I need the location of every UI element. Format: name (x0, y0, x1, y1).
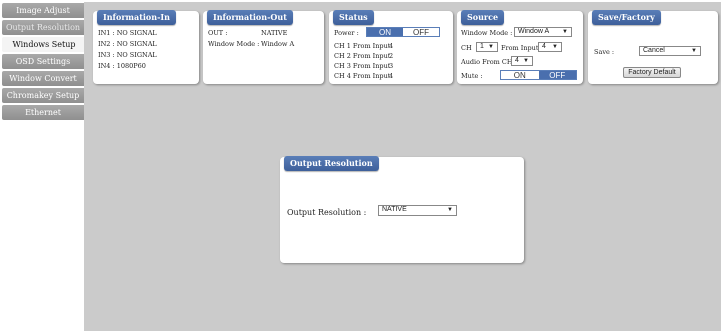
info-in-line-3: IN3 : NO SIGNAL (98, 51, 157, 59)
output-resolution-panel: Output Resolution Output Resolution : NA… (280, 156, 524, 263)
chevron-down-icon: ▼ (488, 44, 494, 50)
output-resolution-label: Output Resolution : (287, 208, 367, 217)
from-input-select[interactable]: 4 ▼ (538, 42, 562, 52)
mute-on-option[interactable]: ON (501, 71, 539, 80)
ch3-label: CH 3 From Input (334, 62, 391, 70)
chevron-down-icon: ▼ (523, 58, 529, 64)
chevron-down-icon: ▼ (447, 207, 453, 213)
chevron-down-icon: ▼ (552, 44, 558, 50)
ch4-value: 4 (389, 72, 394, 80)
ch3-value: 3 (389, 62, 394, 70)
info-in-panel: Information-In IN1 : NO SIGNAL IN2 : NO … (93, 10, 199, 84)
ch2-label: CH 2 From Input (334, 52, 391, 60)
output-resolution-select[interactable]: NATIVE ▼ (378, 205, 457, 216)
ch1-value: 4 (389, 42, 394, 50)
audio-from-ch-label: Audio From CH (461, 58, 513, 66)
source-window-mode-label: Window Mode : (461, 29, 513, 37)
sidebar-nav: Image Adjust Output Resolution Windows S… (2, 3, 86, 122)
output-resolution-title: Output Resolution (284, 156, 379, 171)
info-out-title: Information-Out (207, 10, 293, 25)
sidebar-item-chromakey-setup[interactable]: Chromakey Setup (2, 88, 84, 103)
factory-default-button[interactable]: Factory Default (623, 67, 681, 78)
power-toggle[interactable]: ON OFF (366, 27, 440, 37)
chevron-down-icon: ▼ (691, 48, 697, 54)
save-factory-panel: Save/Factory Save : Cancel ▼ Factory Defa… (588, 10, 718, 84)
ch1-label: CH 1 From Input (334, 42, 391, 50)
mute-toggle[interactable]: ON OFF (500, 70, 577, 80)
ch2-value: 2 (389, 52, 394, 60)
mute-off-option[interactable]: OFF (538, 71, 576, 80)
sidebar-item-ethernet[interactable]: Ethernet (2, 105, 84, 120)
sidebar-item-image-adjust[interactable]: Image Adjust (2, 3, 84, 18)
info-in-line-4: IN4 : 1080P60 (98, 62, 146, 70)
info-in-line-1: IN1 : NO SIGNAL (98, 29, 157, 37)
save-select[interactable]: Cancel ▼ (639, 46, 701, 56)
ch-label: CH (461, 44, 472, 52)
chevron-down-icon: ▼ (562, 29, 568, 35)
ch4-label: CH 4 From Input (334, 72, 391, 80)
info-out-panel: Information-Out OUT : NATIVE Window Mode… (203, 10, 324, 84)
window-mode-label: Window Mode : (208, 40, 260, 48)
mute-label: Mute : (461, 72, 483, 80)
window-mode-value: Window A (261, 40, 295, 48)
info-in-line-2: IN2 : NO SIGNAL (98, 40, 157, 48)
sidebar-item-window-convert[interactable]: Window Convert (2, 71, 84, 86)
power-label: Power : (334, 29, 359, 37)
power-on-option[interactable]: ON (367, 28, 403, 37)
status-title: Status (333, 10, 374, 25)
window-mode-select[interactable]: Window A ▼ (514, 27, 572, 37)
from-input-label: From Input (501, 44, 539, 52)
power-off-option[interactable]: OFF (403, 28, 439, 37)
out-label: OUT : (208, 29, 228, 37)
info-in-title: Information-In (97, 10, 176, 25)
save-label: Save : (594, 48, 615, 56)
ch-select[interactable]: 1 ▼ (476, 42, 498, 52)
sidebar-item-output-resolution[interactable]: Output Resolution (2, 20, 84, 35)
out-value: NATIVE (261, 29, 288, 37)
source-panel: Source Window Mode : Window A ▼ CH 1 ▼ Fro… (457, 10, 583, 84)
status-panel: Status Power : ON OFF CH 1 From Input 4 … (329, 10, 453, 84)
sidebar-item-osd-settings[interactable]: OSD Settings (2, 54, 84, 69)
source-title: Source (461, 10, 505, 25)
audio-from-ch-select[interactable]: 4 ▼ (511, 56, 533, 66)
sidebar-item-windows-setup[interactable]: Windows Setup (2, 37, 86, 52)
save-factory-title: Save/Factory (592, 10, 661, 25)
main-content: Information-In IN1 : NO SIGNAL IN2 : NO … (84, 2, 721, 331)
